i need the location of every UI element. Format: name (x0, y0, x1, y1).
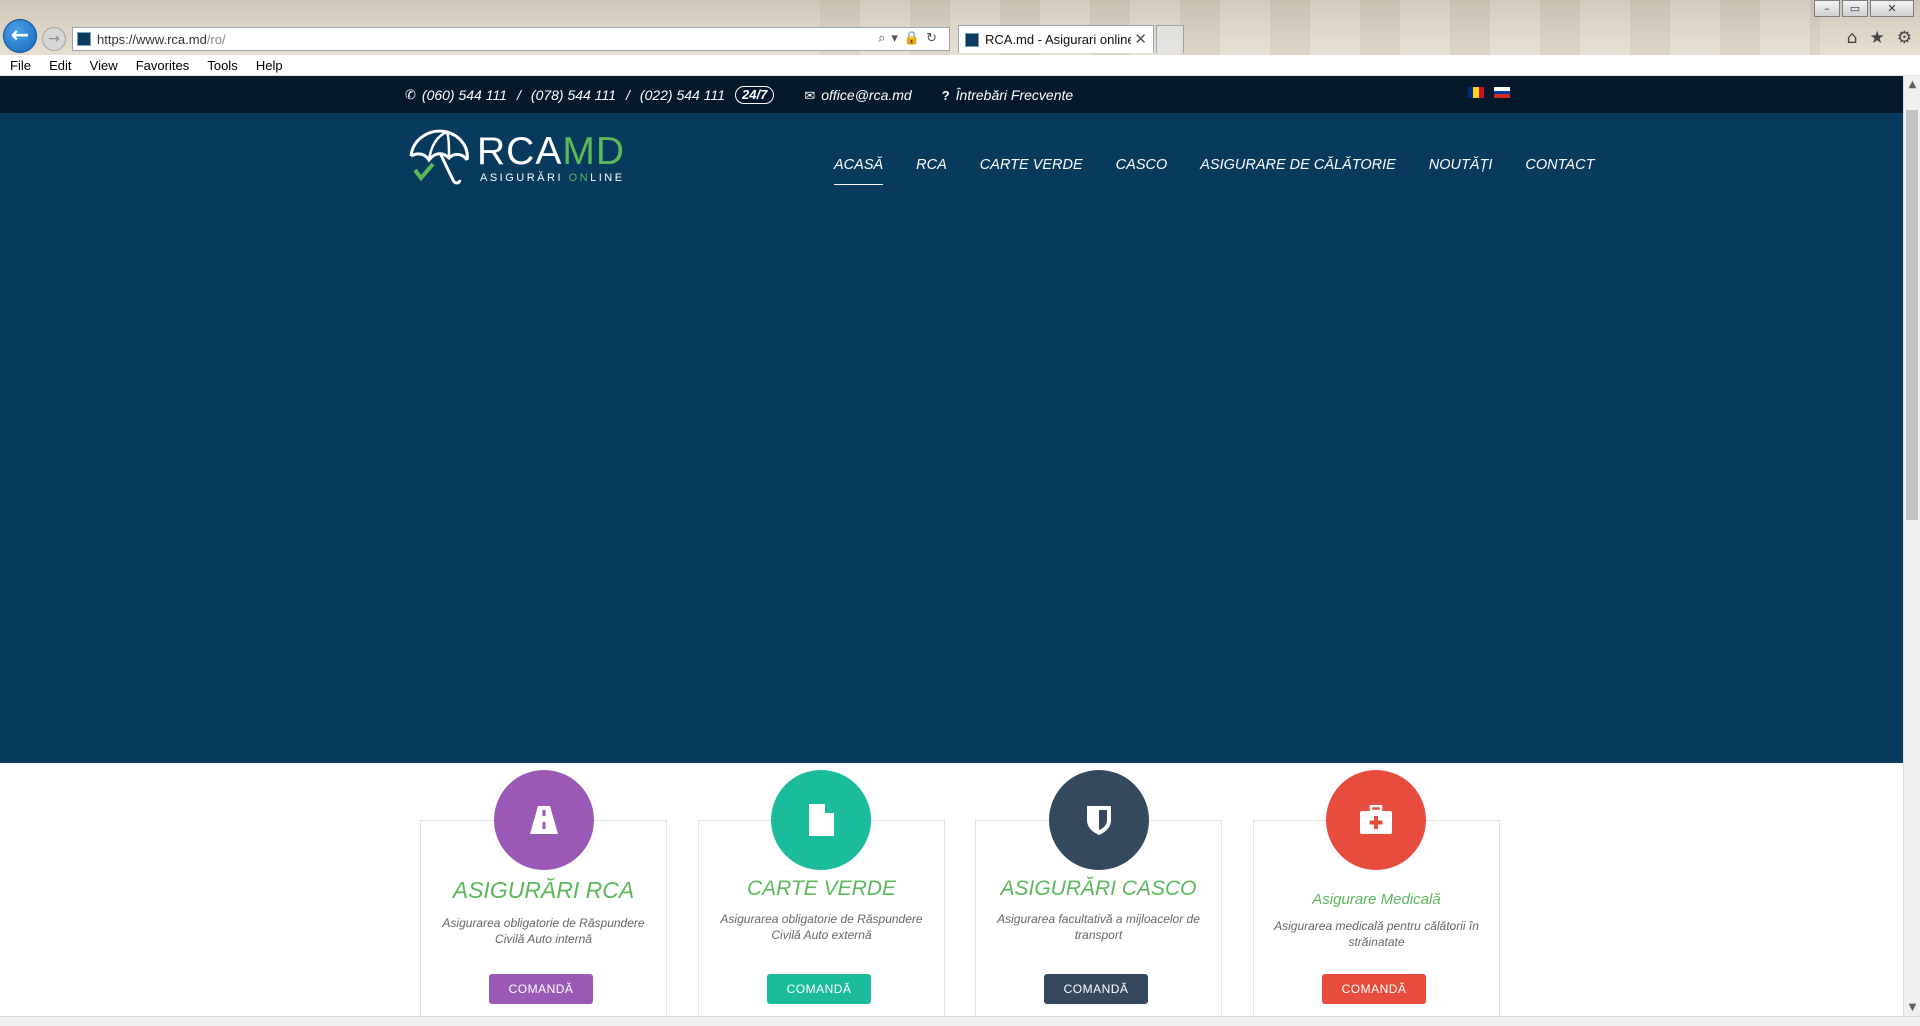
card-title: CARTE VERDE (747, 877, 896, 900)
close-window-button[interactable]: ✕ (1870, 0, 1914, 17)
new-tab-button[interactable] (1156, 25, 1184, 53)
faq-link[interactable]: ? Întrebări Frecvente (942, 87, 1073, 103)
phone-separator: / (517, 87, 521, 103)
card-title: ASIGURĂRI CASCO (1000, 877, 1197, 900)
address-bar[interactable]: https://www.rca.md/ro/ ⌕▾🔒↻ (72, 27, 950, 51)
address-tools[interactable]: ⌕▾🔒↻ (878, 31, 943, 46)
browser-statusbar (0, 1016, 1920, 1026)
logo-text: RCAMD (477, 130, 625, 174)
browser-tab[interactable]: RCA.md - Asigurari online -... ✕ (958, 25, 1154, 53)
order-button-rca[interactable]: COMANDĂ (489, 974, 593, 1004)
settings-gear-icon[interactable]: ⚙ (1897, 28, 1912, 48)
order-button-carte-verde[interactable]: COMANDĂ (767, 974, 871, 1004)
favorites-star-icon[interactable]: ★ (1870, 28, 1885, 48)
document-icon (771, 770, 871, 870)
nav-item-asigurare-calatorie[interactable]: ASIGURARE DE CĂLĂTORIE (1200, 157, 1396, 173)
site-logo[interactable]: RCAMD ASIGURĂRI ONLINE (405, 126, 645, 186)
card-description: Asigurarea obligatorie de Răspundere Civ… (442, 916, 645, 946)
card-description: Asigurarea medicală pentru călătorii în … (1274, 919, 1479, 949)
nav-item-contact[interactable]: CONTACT (1525, 157, 1594, 173)
flag-ru-icon[interactable] (1494, 87, 1510, 99)
home-icon[interactable]: ⌂ (1847, 28, 1858, 48)
site-topbar: ✆ (060) 544 111 / (078) 544 111 / (022) … (0, 76, 1903, 113)
scroll-up-icon[interactable]: ▲ (1904, 76, 1920, 93)
logo-subtitle-post: LINE (590, 172, 625, 184)
logo-rca: RCA (477, 130, 563, 173)
logo-md: MD (562, 130, 625, 173)
nav-item-acasa[interactable]: ACASĂ (834, 157, 884, 185)
page-viewport: ✆ (060) 544 111 / (078) 544 111 / (022) … (0, 76, 1903, 1016)
phone-icon: ✆ (405, 87, 416, 102)
shield-icon (1049, 770, 1149, 870)
minimize-button[interactable]: – (1814, 0, 1840, 17)
main-nav: ACASĂ RCA CARTE VERDE CASCO ASIGURARE DE… (834, 157, 1627, 185)
address-url[interactable]: https://www.rca.md/ro/ (97, 32, 226, 47)
medkit-icon (1326, 770, 1426, 870)
url-path: /ro/ (206, 32, 226, 47)
forward-button[interactable]: → (42, 27, 66, 51)
browser-chrome: ← → https://www.rca.md/ro/ ⌕▾🔒↻ RCA.md -… (0, 0, 1920, 55)
menu-edit[interactable]: Edit (49, 58, 71, 73)
email-link[interactable]: ✉ office@rca.md (804, 87, 911, 104)
language-switcher (1468, 87, 1510, 99)
vertical-scrollbar[interactable]: ▲ ▼ (1903, 76, 1920, 1016)
nav-item-noutati[interactable]: NOUTĂȚI (1429, 157, 1493, 173)
scroll-down-icon[interactable]: ▼ (1904, 999, 1920, 1016)
faq-text: Întrebări Frecvente (955, 87, 1074, 103)
envelope-icon: ✉ (804, 87, 816, 103)
tab-favicon-icon (965, 33, 979, 47)
phone-separator: / (626, 87, 630, 103)
logo-subtitle-pre: ASIGURĂRI (480, 172, 569, 184)
window-controls: – ▭ ✕ (1814, 0, 1914, 18)
umbrella-logo-icon (409, 129, 469, 185)
card-title: Asigurare Medicală (1312, 891, 1441, 908)
menu-tools[interactable]: Tools (207, 58, 237, 73)
contact-info: ✆ (060) 544 111 / (078) 544 111 / (022) … (405, 86, 1073, 104)
logo-subtitle: ASIGURĂRI ONLINE (480, 172, 625, 184)
hero-section: RCAMD ASIGURĂRI ONLINE ACASĂ RCA CARTE V… (0, 113, 1903, 763)
browser-right-tools: ⌂ ★ ⚙ (1847, 28, 1912, 48)
card-description: Asigurarea facultativă a mijloacelor de … (997, 912, 1200, 942)
tab-title: RCA.md - Asigurari online -... (985, 32, 1131, 47)
badge-24-7: 24/7 (735, 86, 775, 104)
nav-item-casco[interactable]: CASCO (1116, 157, 1168, 173)
flag-ro-icon[interactable] (1468, 87, 1484, 98)
nav-item-carte-verde[interactable]: CARTE VERDE (980, 157, 1083, 173)
order-button-medical[interactable]: COMANDĂ (1322, 974, 1426, 1004)
menu-help[interactable]: Help (256, 58, 283, 73)
email-text: office@rca.md (821, 86, 912, 103)
logo-subtitle-on: ON (568, 172, 591, 184)
url-host: https://www.rca.md (97, 32, 207, 47)
phone-3[interactable]: (022) 544 111 (640, 87, 725, 103)
nav-item-rca[interactable]: RCA (916, 157, 947, 173)
scroll-thumb[interactable] (1906, 110, 1918, 520)
road-icon (494, 770, 594, 870)
question-icon: ? (941, 88, 950, 103)
services-section: ASIGURĂRI RCA Asigurarea obligatorie de … (0, 763, 1903, 1016)
browser-menubar: File Edit View Favorites Tools Help (0, 55, 1920, 76)
tab-close-icon[interactable]: ✕ (1134, 30, 1147, 48)
menu-favorites[interactable]: Favorites (136, 58, 189, 73)
maximize-button[interactable]: ▭ (1842, 0, 1868, 17)
phone-1[interactable]: (060) 544 111 (422, 87, 507, 103)
order-button-casco[interactable]: COMANDĂ (1044, 974, 1148, 1004)
phone-2[interactable]: (078) 544 111 (531, 87, 616, 103)
menu-view[interactable]: View (90, 58, 118, 73)
card-title: ASIGURĂRI RCA (452, 877, 635, 903)
card-description: Asigurarea obligatorie de Răspundere Civ… (720, 912, 923, 942)
site-favicon-icon (77, 32, 91, 46)
back-button[interactable]: ← (3, 19, 37, 53)
menu-file[interactable]: File (10, 58, 31, 73)
